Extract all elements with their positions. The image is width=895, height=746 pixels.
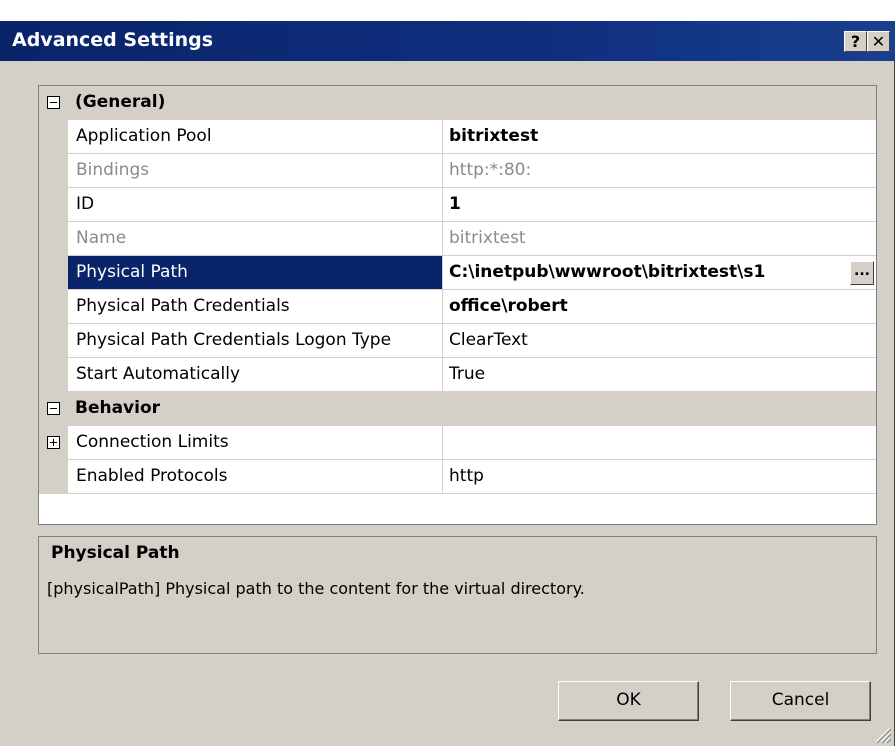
- category-general-label: (General): [75, 92, 166, 112]
- property-name: Enabled Protocols: [68, 460, 443, 493]
- collapse-icon[interactable]: [47, 402, 60, 415]
- description-title: Physical Path: [51, 543, 180, 563]
- category-behavior-label: Behavior: [75, 398, 161, 418]
- help-button[interactable]: ?: [844, 31, 867, 52]
- property-row-connection-limits[interactable]: Connection Limits: [39, 426, 876, 460]
- window-title: Advanced Settings: [12, 29, 214, 51]
- property-row-start-automatically[interactable]: Start Automatically True: [39, 358, 876, 392]
- property-value[interactable]: http: [443, 460, 876, 493]
- property-name: Connection Limits: [68, 426, 443, 459]
- property-value[interactable]: ClearText: [443, 324, 876, 357]
- collapse-icon[interactable]: [47, 96, 60, 109]
- property-value[interactable]: bitrixtest: [443, 120, 876, 153]
- property-value[interactable]: 1: [443, 188, 876, 221]
- description-panel: Physical Path [physicalPath] Physical pa…: [38, 536, 877, 654]
- close-button[interactable]: ✕: [867, 31, 890, 52]
- resize-grip-icon[interactable]: [872, 724, 892, 744]
- property-value[interactable]: bitrixtest: [443, 222, 876, 255]
- browse-button[interactable]: ...: [850, 261, 874, 285]
- property-name: Name: [68, 222, 443, 255]
- property-row-bindings[interactable]: Bindings http:*:80:: [39, 154, 876, 188]
- property-name: Physical Path: [68, 256, 443, 289]
- property-row-enabled-protocols[interactable]: Enabled Protocols http: [39, 460, 876, 494]
- ok-button[interactable]: OK: [558, 681, 699, 721]
- property-name: ID: [68, 188, 443, 221]
- property-value[interactable]: True: [443, 358, 876, 391]
- top-strip: [0, 0, 895, 21]
- property-row-name[interactable]: Name bitrixtest: [39, 222, 876, 256]
- property-row-id[interactable]: ID 1: [39, 188, 876, 222]
- property-name: Physical Path Credentials Logon Type: [68, 324, 443, 357]
- expand-icon[interactable]: [47, 436, 60, 449]
- property-name: Physical Path Credentials: [68, 290, 443, 323]
- close-icon: ✕: [871, 32, 886, 51]
- category-behavior[interactable]: Behavior: [39, 392, 876, 426]
- category-general[interactable]: (General): [39, 86, 876, 120]
- property-name: Start Automatically: [68, 358, 443, 391]
- property-value[interactable]: office\robert: [443, 290, 876, 323]
- physical-path-value[interactable]: C:\inetpub\wwwroot\bitrixtest\s1: [449, 262, 765, 282]
- property-row-logon-type[interactable]: Physical Path Credentials Logon Type Cle…: [39, 324, 876, 358]
- property-row-physical-path[interactable]: Physical Path C:\inetpub\wwwroot\bitrixt…: [39, 256, 876, 290]
- description-text: [physicalPath] Physical path to the cont…: [47, 579, 585, 598]
- cancel-button[interactable]: Cancel: [730, 681, 871, 721]
- advanced-settings-dialog: Advanced Settings ? ✕ (General) Applicat…: [0, 0, 895, 746]
- property-name: Bindings: [68, 154, 443, 187]
- title-bar[interactable]: Advanced Settings ? ✕: [0, 21, 895, 61]
- property-value[interactable]: [443, 426, 876, 459]
- property-grid[interactable]: (General) Application Pool bitrixtest Bi…: [38, 85, 877, 525]
- property-row-application-pool[interactable]: Application Pool bitrixtest: [39, 120, 876, 154]
- property-row-physical-path-credentials[interactable]: Physical Path Credentials office\robert: [39, 290, 876, 324]
- property-value[interactable]: http:*:80:: [443, 154, 876, 187]
- property-value[interactable]: C:\inetpub\wwwroot\bitrixtest\s1 ...: [443, 256, 876, 289]
- property-name: Application Pool: [68, 120, 443, 153]
